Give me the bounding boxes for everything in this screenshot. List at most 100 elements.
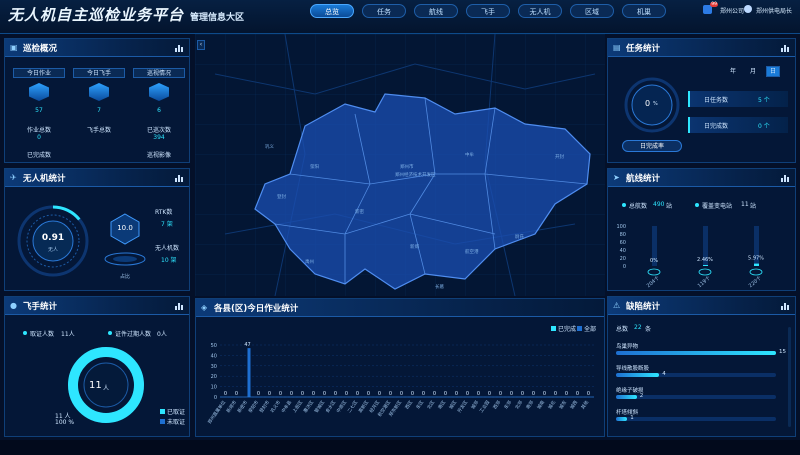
- certified-value: 11人: [61, 331, 75, 338]
- tab-6[interactable]: 机巢: [622, 4, 666, 18]
- task-panel: ▤ 任务统计 年月日 0 % 日完成率 日任务数 5 个日完成数 0 个: [607, 38, 796, 163]
- inspection-icon: ▣: [10, 43, 18, 52]
- route-y-tick: 60: [620, 240, 626, 246]
- dashboard: 无人机自主巡检业务平台 管理信息大区 总览 任务 航线 飞手 无人机 区域 机巢 99 郑州…: [0, 0, 800, 455]
- inspection-tab-0[interactable]: 今日作业: [13, 68, 65, 78]
- county-x-label: 郑州直属单位: [206, 399, 228, 426]
- tab-0[interactable]: 总览: [310, 4, 354, 18]
- map-label[interactable]: 中牟: [465, 152, 474, 158]
- bottom-edge: [0, 440, 800, 455]
- county-x-label: 城北: [546, 399, 557, 411]
- chart-bars-icon[interactable]: [175, 302, 183, 310]
- map-label[interactable]: 巩义: [265, 144, 274, 150]
- route-y-tick: 0: [623, 264, 626, 270]
- user-org[interactable]: 郑州公司: [720, 6, 744, 15]
- county-x-label: 其他: [579, 399, 590, 411]
- map-label[interactable]: 新密: [355, 209, 364, 215]
- map-label[interactable]: 尉氏: [515, 234, 524, 240]
- county-value-label: 0: [433, 391, 436, 397]
- task-row-value: 5 个: [758, 97, 770, 104]
- route-y-tick: 80: [620, 232, 626, 238]
- app-subtitle: 管理信息大区: [190, 13, 245, 23]
- county-x-label: 北郊: [513, 399, 524, 411]
- top-bar: 无人机自主巡检业务平台 管理信息大区 总览 任务 航线 飞手 无人机 区域 机巢 99 郑州…: [0, 0, 800, 34]
- inspection-val2: 394: [153, 134, 165, 141]
- map-label[interactable]: 郑州市: [400, 164, 414, 170]
- panel-title: 任务统计: [626, 44, 661, 54]
- map-label[interactable]: 荥阳: [310, 164, 319, 170]
- legend-swatch: [160, 409, 165, 414]
- map-label[interactable]: 郑州经济技术开发区: [395, 172, 436, 178]
- chart-bars-icon[interactable]: [175, 174, 183, 182]
- tab-4[interactable]: 无人机: [518, 4, 562, 18]
- map-label[interactable]: 登封: [277, 194, 286, 200]
- map-collapse-button[interactable]: ‹: [197, 40, 205, 50]
- county-value-label: 0: [378, 391, 381, 397]
- county-y-tick: 50: [211, 343, 217, 349]
- defect-value: 15: [779, 349, 786, 355]
- route-bar-base: [749, 268, 763, 276]
- task-row-label: 日完成数: [704, 123, 729, 130]
- expired-value: 0人: [157, 331, 167, 338]
- county-value-label: 0: [235, 391, 238, 397]
- defect-bar: [616, 417, 628, 421]
- county-value-label: 0: [455, 391, 458, 397]
- county-x-label: 工业园: [478, 399, 492, 414]
- county-value-label: 0: [345, 391, 348, 397]
- task-row-label: 日任务数: [704, 97, 729, 104]
- drone-center-value: 10.0: [117, 224, 133, 232]
- map-label[interactable]: 开封: [555, 154, 564, 160]
- tab-2[interactable]: 航线: [414, 4, 458, 18]
- inspection-col-icon: [89, 83, 109, 101]
- route-bar: [754, 263, 759, 266]
- tab-5[interactable]: 区域: [570, 4, 614, 18]
- inspection-tab-1[interactable]: 今日飞手: [73, 68, 125, 78]
- map-label[interactable]: 新郑: [410, 244, 419, 250]
- county-x-label: 城西: [568, 399, 579, 411]
- avatar[interactable]: [744, 5, 752, 13]
- county-value-label: 0: [356, 391, 359, 397]
- map-label[interactable]: 禹州: [305, 259, 314, 265]
- task-gauge: [624, 77, 680, 133]
- pilot-center-unit: 人: [103, 385, 110, 392]
- user-name[interactable]: 郑州供电局长: [756, 6, 792, 15]
- legend-dot: [108, 331, 112, 335]
- map-view[interactable]: ‹ 登封 巩义新密 郑州市 荥阳 中牟新郑 郑州经济技术开发区航空港 尉氏 开封禹州长葛: [195, 34, 605, 296]
- tab-3[interactable]: 飞手: [466, 4, 510, 18]
- county-x-label: 城郊: [469, 399, 480, 411]
- inspection-lbl1: 作业总数: [26, 127, 51, 134]
- county-bar: [247, 348, 251, 397]
- defect-value: 2: [639, 393, 644, 399]
- county-x-label: 上街区: [291, 399, 305, 414]
- panel-title: 飞手统计: [23, 302, 58, 312]
- inspection-tab-2[interactable]: 巡视情况: [133, 68, 185, 78]
- county-x-label: 管城区: [313, 399, 327, 414]
- county-value-label: 0: [422, 391, 425, 397]
- map-label[interactable]: 航空港: [465, 249, 479, 255]
- panel-title: 无人机统计: [23, 174, 66, 184]
- county-y-tick: 30: [211, 364, 217, 370]
- county-value-label: 0: [224, 391, 227, 397]
- task-row: [688, 91, 788, 107]
- tab-1[interactable]: 任务: [362, 4, 406, 18]
- chart-bars-icon[interactable]: [175, 44, 183, 52]
- legend-b: 未取证: [167, 419, 186, 426]
- chart-bars-icon[interactable]: [781, 302, 789, 310]
- route-bar-base: [698, 268, 712, 276]
- county-x-label: 南郊: [524, 399, 535, 411]
- chart-bars-icon[interactable]: [781, 44, 789, 52]
- period-0[interactable]: 年: [726, 66, 740, 77]
- period-1[interactable]: 月: [746, 66, 760, 77]
- county-x-label: 新密市: [236, 399, 250, 414]
- route-bar-pct: 5.97%: [748, 256, 764, 262]
- inspection-panel: ▣ 巡检概况 今日作业 57 作业总数 0 已完成数 今日飞手 7 飞手总数 巡视情况 6 已巡次数…: [4, 38, 190, 163]
- route-y-tick: 40: [620, 248, 626, 254]
- county-x-label: 金水区: [324, 399, 338, 414]
- county-value-label: 0: [488, 391, 491, 397]
- defect-scrollbar[interactable]: [788, 327, 791, 427]
- period-2[interactable]: 日: [766, 66, 780, 77]
- map-label[interactable]: 长葛: [435, 284, 444, 290]
- county-value-label: 0: [543, 391, 546, 397]
- route-bar-base: [647, 268, 661, 276]
- county-x-label: 北区: [425, 399, 436, 411]
